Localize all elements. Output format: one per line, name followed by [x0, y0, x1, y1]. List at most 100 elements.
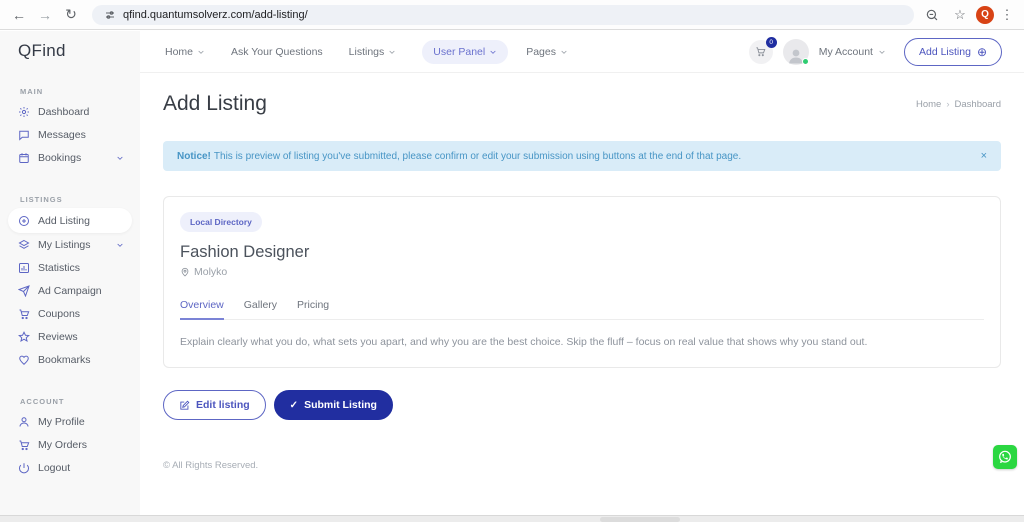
sidebar-item-my-listings[interactable]: My Listings [18, 233, 140, 256]
nav-item-user-panel[interactable]: User Panel [422, 40, 508, 64]
sidebar-item-label: Add Listing [38, 215, 90, 227]
submit-listing-button[interactable]: ✓ Submit Listing [274, 390, 393, 420]
edit-listing-button[interactable]: Edit listing [163, 390, 266, 420]
listing-title: Fashion Designer [180, 243, 984, 262]
layers-icon [18, 239, 30, 251]
browser-forward-icon[interactable]: → [32, 7, 58, 23]
zoom-out-icon[interactable] [920, 3, 944, 27]
tab-pricing[interactable]: Pricing [297, 299, 329, 319]
sidebar-item-logout[interactable]: Logout [18, 456, 140, 479]
tab-gallery[interactable]: Gallery [244, 299, 277, 319]
sidebar-section-main: MAIN [20, 87, 140, 96]
breadcrumb-home[interactable]: Home [916, 99, 941, 110]
nav-label: Listings [349, 46, 385, 58]
notice-banner: Notice! This is preview of listing you'v… [163, 141, 1001, 171]
sidebar: QFind MAIN Dashboard Messages Bookings L… [0, 31, 140, 515]
nav-item-listings[interactable]: Listings [349, 46, 397, 58]
sidebar-section-account: ACCOUNT [20, 397, 140, 406]
sidebar-item-my-profile[interactable]: My Profile [18, 410, 140, 433]
edit-listing-label: Edit listing [196, 399, 250, 411]
calendar-icon [18, 152, 30, 164]
whatsapp-icon[interactable] [993, 445, 1017, 469]
nav-label: User Panel [433, 46, 485, 58]
bar-chart-icon [18, 262, 30, 274]
sidebar-item-label: Logout [38, 462, 70, 474]
browser-menu-icon[interactable]: ⋮ [998, 7, 1016, 23]
category-badge: Local Directory [180, 212, 262, 232]
gear-icon [18, 106, 30, 118]
nav-item-ask-your-questions[interactable]: Ask Your Questions [231, 46, 323, 58]
close-icon[interactable]: × [981, 150, 987, 162]
star-icon [18, 331, 30, 343]
sidebar-item-coupons[interactable]: Coupons [18, 302, 140, 325]
listing-preview-card: Local Directory Fashion Designer Molyko … [163, 196, 1001, 368]
top-navigation: Home Ask Your Questions Listings User Pa… [140, 31, 1024, 73]
heart-icon [18, 354, 30, 366]
sidebar-item-label: Reviews [38, 331, 78, 343]
sidebar-item-add-listing[interactable]: Add Listing [8, 208, 132, 233]
sidebar-item-label: Statistics [38, 262, 80, 274]
nav-label: Ask Your Questions [231, 46, 323, 58]
add-listing-label: Add Listing [919, 46, 971, 58]
plus-circle-icon: ⊕ [977, 46, 987, 58]
sidebar-item-dashboard[interactable]: Dashboard [18, 100, 140, 123]
browser-toolbar: ← → ↻ qfind.quantumsolverz.com/add-listi… [0, 0, 1024, 30]
chevron-down-icon [489, 48, 497, 56]
url-text: qfind.quantumsolverz.com/add-listing/ [123, 9, 308, 21]
my-account-label: My Account [819, 46, 873, 58]
chat-icon [18, 129, 30, 141]
sidebar-item-label: My Profile [38, 416, 85, 428]
sidebar-item-messages[interactable]: Messages [18, 123, 140, 146]
browser-profile-avatar[interactable]: Q [976, 6, 994, 24]
sidebar-item-label: My Orders [38, 439, 87, 451]
sidebar-item-statistics[interactable]: Statistics [18, 256, 140, 279]
edit-icon [179, 400, 190, 411]
cart-icon [18, 439, 30, 451]
copyright-text: © All Rights Reserved. [163, 460, 1001, 471]
sidebar-item-bookmarks[interactable]: Bookmarks [18, 348, 140, 371]
chevron-down-icon [878, 48, 886, 56]
site-settings-icon[interactable] [104, 9, 116, 21]
page-title: Add Listing [163, 92, 267, 116]
sidebar-item-bookings[interactable]: Bookings [18, 146, 140, 169]
chevron-down-icon [116, 154, 124, 162]
user-avatar[interactable] [783, 39, 809, 65]
chevron-down-icon [116, 241, 124, 249]
browser-reload-icon[interactable]: ↻ [58, 6, 84, 23]
sidebar-item-label: Messages [38, 129, 86, 141]
address-bar[interactable]: qfind.quantumsolverz.com/add-listing/ [92, 5, 914, 25]
sidebar-section-listings: LISTINGS [20, 195, 140, 204]
tab-overview[interactable]: Overview [180, 299, 224, 320]
breadcrumb-separator: › [946, 99, 949, 110]
breadcrumb-current: Dashboard [955, 99, 1001, 110]
chevron-down-icon [197, 48, 205, 56]
listing-description: Explain clearly what you do, what sets y… [180, 335, 984, 351]
user-icon [18, 416, 30, 428]
sidebar-item-ad-campaign[interactable]: Ad Campaign [18, 279, 140, 302]
sidebar-item-reviews[interactable]: Reviews [18, 325, 140, 348]
nav-label: Home [165, 46, 193, 58]
power-icon [18, 462, 30, 474]
logo[interactable]: QFind [18, 41, 140, 61]
location-pin-icon [180, 267, 190, 277]
nav-item-pages[interactable]: Pages [526, 46, 568, 58]
listing-tabs: Overview Gallery Pricing [180, 299, 984, 320]
sidebar-item-my-orders[interactable]: My Orders [18, 433, 140, 456]
cart-count-badge: 0 [766, 37, 777, 48]
sidebar-item-label: My Listings [38, 239, 91, 251]
bookmark-star-icon[interactable]: ☆ [948, 3, 972, 27]
cart-button[interactable]: 0 [749, 40, 773, 64]
sidebar-item-label: Ad Campaign [38, 285, 102, 297]
my-account-menu[interactable]: My Account [819, 46, 886, 58]
campaign-icon [18, 285, 30, 297]
sidebar-item-label: Bookmarks [38, 354, 91, 366]
sidebar-item-label: Bookings [38, 152, 81, 164]
add-listing-button[interactable]: Add Listing ⊕ [904, 38, 1002, 66]
browser-back-icon[interactable]: ← [6, 7, 32, 23]
chevron-down-icon [388, 48, 396, 56]
horizontal-scrollbar[interactable] [0, 515, 1024, 522]
plus-circle-icon [18, 215, 30, 227]
scrollbar-thumb[interactable] [600, 517, 680, 522]
nav-item-home[interactable]: Home [165, 46, 205, 58]
sidebar-item-label: Dashboard [38, 106, 89, 118]
